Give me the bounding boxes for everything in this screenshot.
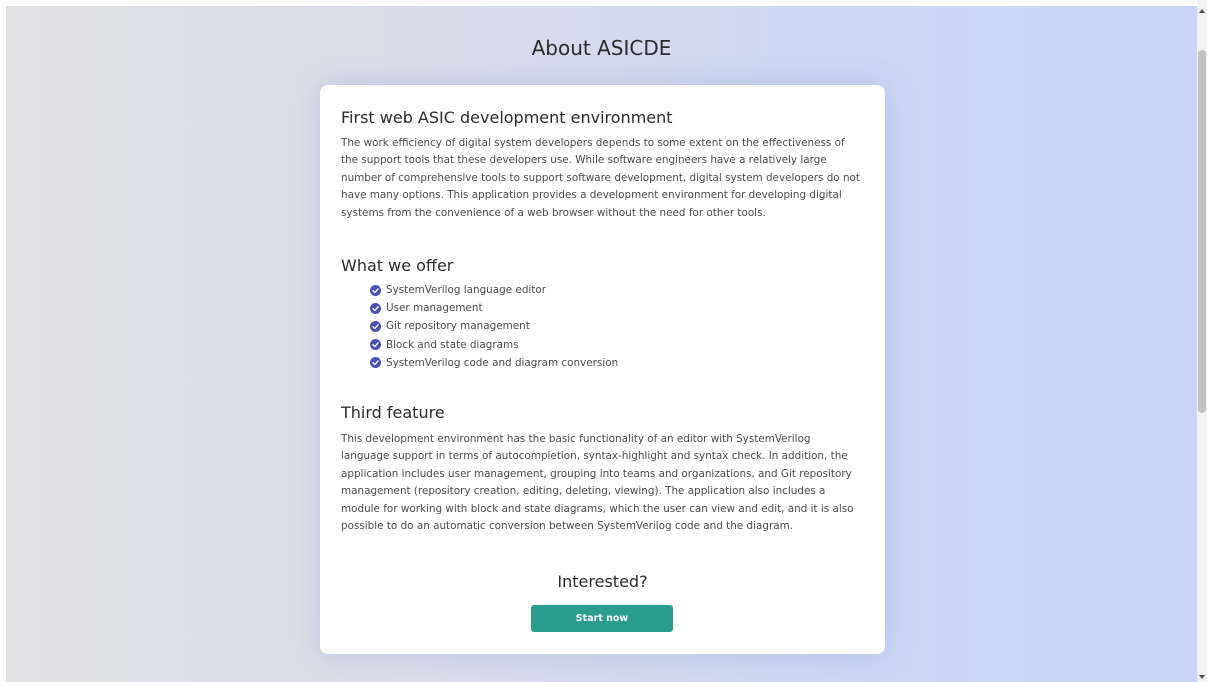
about-card: First web ASIC development environment T… <box>320 85 885 654</box>
scroll-down-arrow-icon[interactable] <box>1199 675 1205 679</box>
list-item: Block and state diagrams <box>370 336 618 354</box>
list-item-label: SystemVerilog language editor <box>386 284 546 297</box>
list-item: User management <box>370 299 618 317</box>
list-item: SystemVerilog code and diagram conversio… <box>370 354 618 372</box>
section-title-third: Third feature <box>341 403 445 422</box>
check-circle-icon <box>370 339 381 351</box>
about-page: About ASICDE First web ASIC development … <box>6 6 1197 682</box>
start-now-button[interactable]: Start now <box>531 605 673 632</box>
list-item-label: Block and state diagrams <box>386 338 519 351</box>
list-item: Git repository management <box>370 317 618 335</box>
cta-title: Interested? <box>557 572 648 591</box>
feature-list: SystemVerilog language editor User manag… <box>370 281 618 372</box>
browser-viewport: About ASICDE First web ASIC development … <box>0 0 1207 682</box>
scrollbar-thumb[interactable] <box>1198 50 1206 413</box>
page-scrollbar[interactable] <box>1197 0 1207 682</box>
section-title-first: First web ASIC development environment <box>341 108 673 127</box>
page-title: About ASICDE <box>531 36 672 60</box>
list-item-label: SystemVerilog code and diagram conversio… <box>386 356 619 369</box>
section-text-first: The work efficiency of digital system de… <box>341 137 860 219</box>
scroll-up-arrow-icon[interactable] <box>1199 9 1205 13</box>
check-circle-icon <box>370 320 381 332</box>
check-circle-icon <box>370 284 381 296</box>
list-item: SystemVerilog language editor <box>370 281 618 299</box>
section-title-offer: What we offer <box>341 256 454 275</box>
check-circle-icon <box>370 302 381 314</box>
list-item-label: User management <box>386 302 483 315</box>
list-item-label: Git repository management <box>386 320 530 333</box>
section-text-third: This development environment has the bas… <box>341 433 854 533</box>
check-circle-icon <box>370 357 381 369</box>
